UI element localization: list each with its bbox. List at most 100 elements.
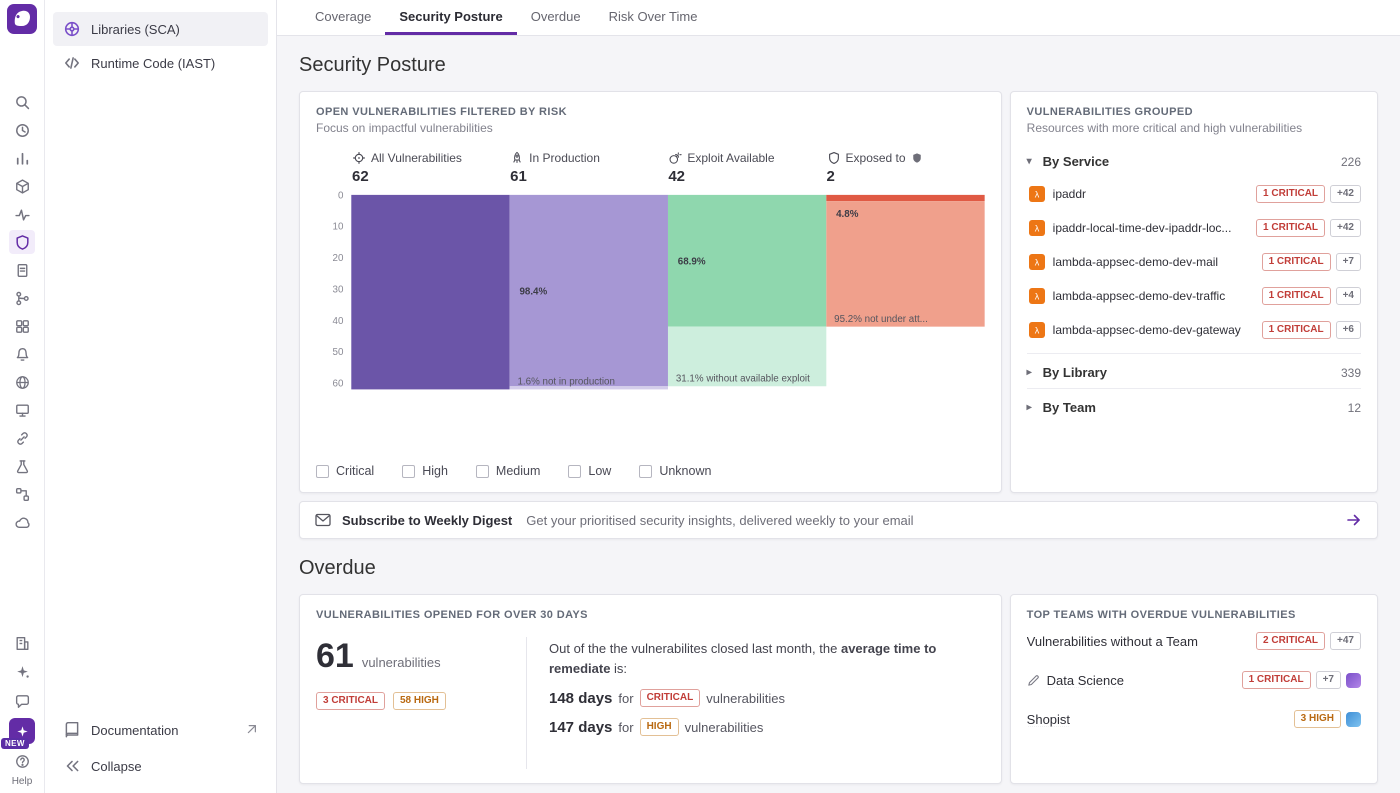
- svg-text:λ: λ: [1034, 190, 1039, 200]
- opened-count: 61: [316, 637, 354, 676]
- apm-icon[interactable]: [9, 202, 35, 226]
- infrastructure-icon[interactable]: [9, 174, 35, 198]
- collapse-button[interactable]: Collapse: [53, 749, 268, 783]
- workflows-icon[interactable]: [9, 482, 35, 506]
- metrics-icon[interactable]: [9, 146, 35, 170]
- tab-overdue[interactable]: Overdue: [517, 0, 595, 35]
- panel-spacer: [53, 80, 268, 713]
- datadog-logo[interactable]: [6, 4, 38, 34]
- svg-text:1.6% not in production: 1.6% not in production: [517, 376, 614, 387]
- vulnerabilities-opened-card: VULNERABILITIES OPENED FOR OVER 30 DAYS …: [299, 594, 1002, 784]
- svg-text:98.4%: 98.4%: [519, 286, 547, 297]
- plus-badge: +4: [1336, 287, 1361, 305]
- error-tracking-icon[interactable]: [9, 454, 35, 478]
- security-icon[interactable]: [9, 230, 35, 254]
- documentation-link[interactable]: Documentation: [53, 713, 268, 747]
- open-vulnerabilities-card: OPEN VULNERABILITIES FILTERED BY RISK Fo…: [299, 91, 1002, 493]
- tab-security-posture[interactable]: Security Posture: [385, 0, 516, 35]
- organization-icon[interactable]: [9, 631, 35, 655]
- group-label: By Service: [1043, 154, 1110, 169]
- stage-value: 61: [510, 168, 668, 185]
- tab-coverage[interactable]: Coverage: [301, 0, 385, 35]
- group-by-library[interactable]: ▸ By Library 339: [1027, 353, 1361, 388]
- service-name: lambda-appsec-demo-dev-gateway: [1053, 323, 1254, 337]
- card-title: TOP TEAMS WITH OVERDUE VULNERABILITIES: [1027, 609, 1361, 621]
- arrow-right-icon[interactable]: [1345, 511, 1363, 529]
- plus-badge: +42: [1330, 185, 1361, 203]
- legend-high[interactable]: High: [402, 464, 448, 478]
- team-row-no-team[interactable]: Vulnerabilities without a Team 2 CRITICA…: [1027, 621, 1361, 652]
- watchdog-icon[interactable]: [9, 118, 35, 142]
- critical-badge: 1 CRITICAL: [1262, 253, 1331, 271]
- serverless-icon[interactable]: [9, 510, 35, 534]
- help-icon[interactable]: [9, 749, 35, 773]
- legend-checkbox-low[interactable]: [568, 465, 581, 478]
- support-chat-icon[interactable]: [9, 689, 35, 713]
- critical-badge: 2 CRITICAL: [1256, 632, 1325, 650]
- svg-text:68.9%: 68.9%: [678, 257, 706, 268]
- legend-medium[interactable]: Medium: [476, 464, 540, 478]
- group-by-team[interactable]: ▸ By Team 12: [1027, 388, 1361, 423]
- team-row-data-science[interactable]: Data Science 1 CRITICAL +7: [1027, 660, 1361, 691]
- sidebar-item-label: Runtime Code (IAST): [91, 56, 215, 71]
- pencil-icon[interactable]: [1027, 674, 1040, 687]
- funnel-stage-exploit-available: Exploit Available 42: [668, 151, 826, 185]
- card-title: VULNERABILITIES GROUPED: [1027, 106, 1361, 118]
- svg-text:20: 20: [333, 253, 344, 264]
- sparkles-icon[interactable]: [9, 660, 35, 684]
- stage-value: 62: [352, 168, 510, 185]
- high-badge: 58 HIGH: [393, 692, 446, 710]
- legend-checkbox-unknown[interactable]: [639, 465, 652, 478]
- monitors-icon[interactable]: [9, 342, 35, 366]
- legend-label: Medium: [496, 464, 540, 478]
- service-row[interactable]: λ ipaddr 1 CRITICAL+42: [1027, 177, 1361, 211]
- subscribe-banner[interactable]: Subscribe to Weekly Digest Get your prio…: [299, 501, 1378, 539]
- sidebar-item-runtime-code-iast[interactable]: Runtime Code (IAST): [53, 46, 268, 80]
- panel-footer: Documentation Collapse: [53, 713, 268, 783]
- plus-badge: +7: [1316, 671, 1341, 689]
- subscribe-description: Get your prioritised security insights, …: [526, 513, 913, 528]
- high-badge: HIGH: [640, 718, 679, 736]
- legend-unknown[interactable]: Unknown: [639, 464, 711, 478]
- group-by-service[interactable]: ▾ By Service 226: [1027, 143, 1361, 177]
- security-nav-panel: Libraries (SCA) Runtime Code (IAST) Docu…: [45, 0, 277, 793]
- legend-critical[interactable]: Critical: [316, 464, 374, 478]
- rail-bottom-group: Help: [9, 631, 35, 787]
- attack-shield-icon[interactable]: [911, 152, 923, 164]
- service-row[interactable]: λ lambda-appsec-demo-dev-gateway 1 CRITI…: [1027, 313, 1361, 347]
- legend-checkbox-medium[interactable]: [476, 465, 489, 478]
- stage-label: Exploit Available: [687, 151, 774, 165]
- tab-risk-over-time[interactable]: Risk Over Time: [595, 0, 712, 35]
- service-row[interactable]: λ lambda-appsec-demo-dev-mail 1 CRITICAL…: [1027, 245, 1361, 279]
- sidebar-item-libraries-sca[interactable]: Libraries (SCA): [53, 12, 268, 46]
- opened-count-block: 61 vulnerabilities 3 CRITICAL 58 HIGH: [316, 637, 526, 769]
- severity-legend: Critical High Medium Low Unknown: [316, 454, 985, 478]
- synthetics-icon[interactable]: [9, 370, 35, 394]
- svg-text:0: 0: [338, 190, 344, 201]
- legend-low[interactable]: Low: [568, 464, 611, 478]
- team-name[interactable]: Data Science: [1047, 673, 1124, 688]
- product-rail: Help NEW: [0, 0, 45, 793]
- integrations-icon[interactable]: [9, 426, 35, 450]
- service-row[interactable]: λ lambda-appsec-demo-dev-traffic 1 CRITI…: [1027, 279, 1361, 313]
- documentation-label: Documentation: [91, 723, 178, 738]
- overdue-section-title: Overdue: [299, 557, 1378, 580]
- dashboards-icon[interactable]: [9, 314, 35, 338]
- svg-text:10: 10: [333, 222, 344, 233]
- legend-checkbox-high[interactable]: [402, 465, 415, 478]
- ci-cd-icon[interactable]: [9, 286, 35, 310]
- svg-text:95.2% not under att...: 95.2% not under att...: [834, 314, 928, 325]
- remediation-mid: for: [618, 720, 633, 735]
- rum-icon[interactable]: [9, 398, 35, 422]
- external-link-icon: [244, 723, 258, 737]
- search-icon[interactable]: [9, 90, 35, 114]
- logs-icon[interactable]: [9, 258, 35, 282]
- legend-checkbox-critical[interactable]: [316, 465, 329, 478]
- team-row-shopist[interactable]: Shopist 3 HIGH: [1027, 699, 1361, 730]
- legend-label: High: [422, 464, 448, 478]
- remediation-row-high: 147 days for HIGH vulnerabilities: [549, 718, 985, 736]
- team-name[interactable]: Shopist: [1027, 712, 1070, 727]
- service-row[interactable]: λ ipaddr-local-time-dev-ipaddr-loc... 1 …: [1027, 211, 1361, 245]
- service-icon: λ: [1029, 254, 1045, 270]
- svg-text:λ: λ: [1034, 258, 1039, 268]
